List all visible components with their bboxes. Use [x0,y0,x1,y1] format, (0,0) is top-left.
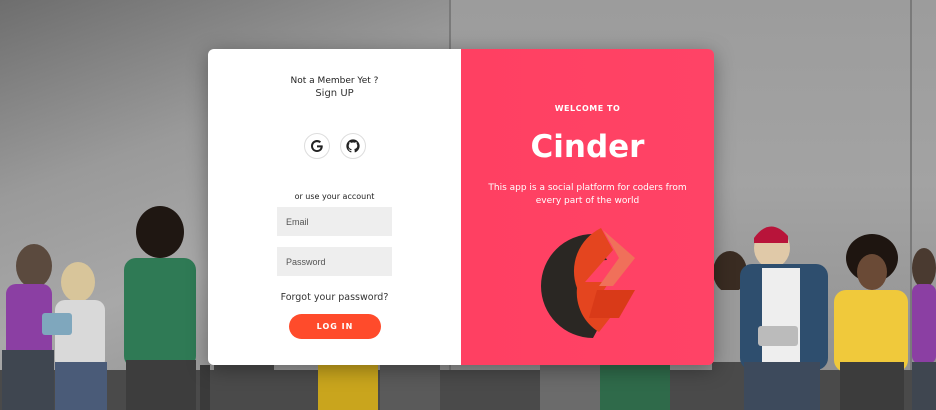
google-icon [311,140,324,152]
forgot-password-link[interactable]: Forgot your password? [208,292,461,303]
login-card: Not a Member Yet ? Sign UP or use your a… [208,49,714,365]
login-button[interactable]: LOG IN [289,314,381,339]
welcome-panel: WELCOME TO Cinder This app is a social p… [461,49,714,365]
person-left-3 [124,206,196,410]
person-right-2 [740,226,828,410]
email-input[interactable] [277,207,392,236]
password-input[interactable] [277,247,392,276]
or-use-account-text: or use your account [294,192,375,201]
person-right-4 [912,248,936,410]
tagline-text: This app is a social platform for coders… [488,183,687,206]
welcome-text: WELCOME TO [554,104,621,113]
cinder-logo-icon [541,228,635,338]
brand-name: Cinder [530,129,645,165]
social-login-group [304,133,366,159]
not-member-text: Not a Member Yet ? [290,76,379,86]
signup-link[interactable]: Sign UP [208,88,461,99]
login-panel: Not a Member Yet ? Sign UP or use your a… [208,49,461,365]
person-right-3 [834,234,908,410]
github-login-button[interactable] [340,133,366,159]
github-icon [346,139,360,153]
google-login-button[interactable] [304,133,330,159]
